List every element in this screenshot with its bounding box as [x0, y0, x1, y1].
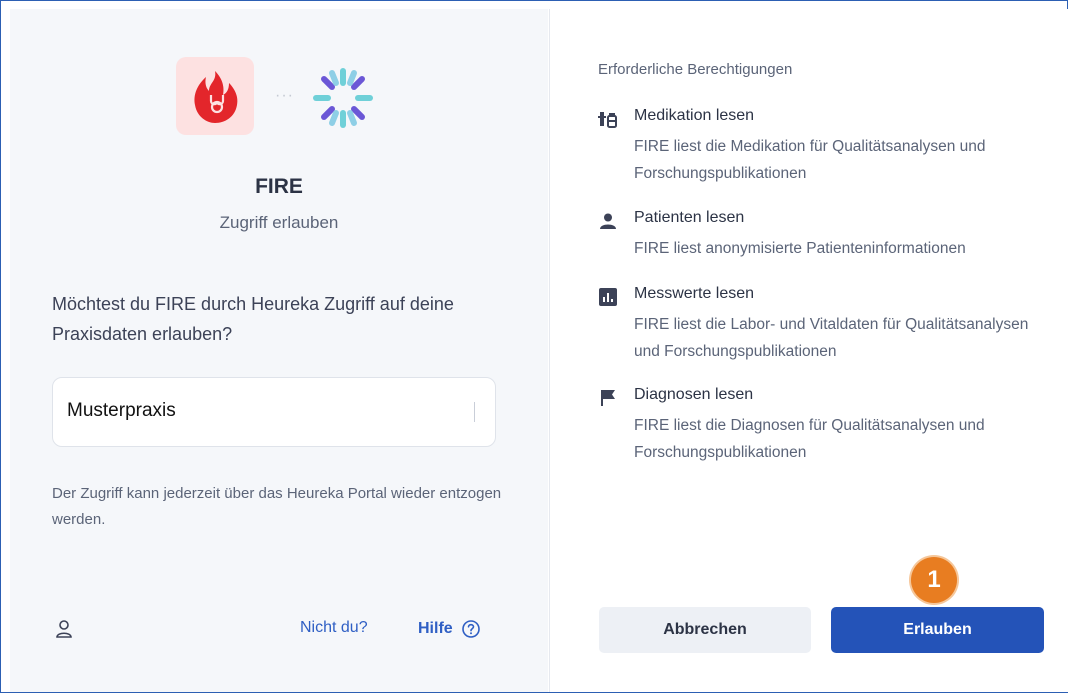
permission-title: Messwerte lesen	[634, 285, 755, 302]
fire-logo	[176, 57, 254, 135]
practice-select-value: Musterpraxis	[67, 400, 176, 421]
user-icon[interactable]	[54, 619, 74, 639]
step-marker-badge: 1	[911, 557, 957, 603]
practice-select[interactable]: Musterpraxis	[52, 377, 496, 447]
allow-button[interactable]: Erlauben	[831, 607, 1044, 653]
cancel-button[interactable]: Abbrechen	[599, 607, 811, 653]
connector-dots: ···	[275, 87, 294, 104]
select-divider	[474, 402, 475, 422]
permission-title: Patienten lesen	[634, 209, 745, 226]
medication-icon	[598, 110, 618, 128]
help-label: Hilfe	[418, 620, 453, 637]
dialog-subtitle: Zugriff erlauben	[219, 213, 339, 232]
help-link[interactable]: Hilfe	[418, 619, 481, 639]
flag-icon	[598, 389, 618, 407]
permission-description: FIRE liest die Diagnosen für Qualitätsan…	[634, 417, 985, 461]
bar-chart-icon	[598, 288, 618, 306]
permission-title: Diagnosen lesen	[634, 386, 754, 403]
permission-description: FIRE liest die Medikation für Qualitätsa…	[634, 138, 986, 182]
person-icon	[598, 212, 618, 230]
permissions-header: Erforderliche Berechtigungen	[598, 61, 793, 78]
flame-stethoscope-icon	[194, 71, 238, 123]
revocation-note: Der Zugriff kann jederzeit über das Heur…	[52, 485, 502, 528]
permission-description: FIRE liest die Labor- und Vitaldaten für…	[634, 316, 1029, 360]
not-you-link[interactable]: Nicht du?	[300, 619, 368, 637]
heureka-logo-icon	[313, 68, 373, 128]
question-circle-icon	[461, 620, 480, 638]
permissions-panel: Erforderliche Berechtigungen Medikation …	[549, 9, 1068, 692]
permission-title: Medikation lesen	[634, 107, 755, 124]
app-name: FIRE	[255, 175, 303, 198]
app-info-panel: ··· FIRE Zugriff erlauben Möchtest du FI…	[10, 9, 548, 692]
consent-dialog: ··· FIRE Zugriff erlauben Möchtest du FI…	[0, 0, 1068, 693]
permission-description: FIRE liest anonymisierte Patienteninform…	[634, 240, 966, 257]
consent-question: Möchtest du FIRE durch Heureka Zugriff a…	[52, 294, 454, 344]
